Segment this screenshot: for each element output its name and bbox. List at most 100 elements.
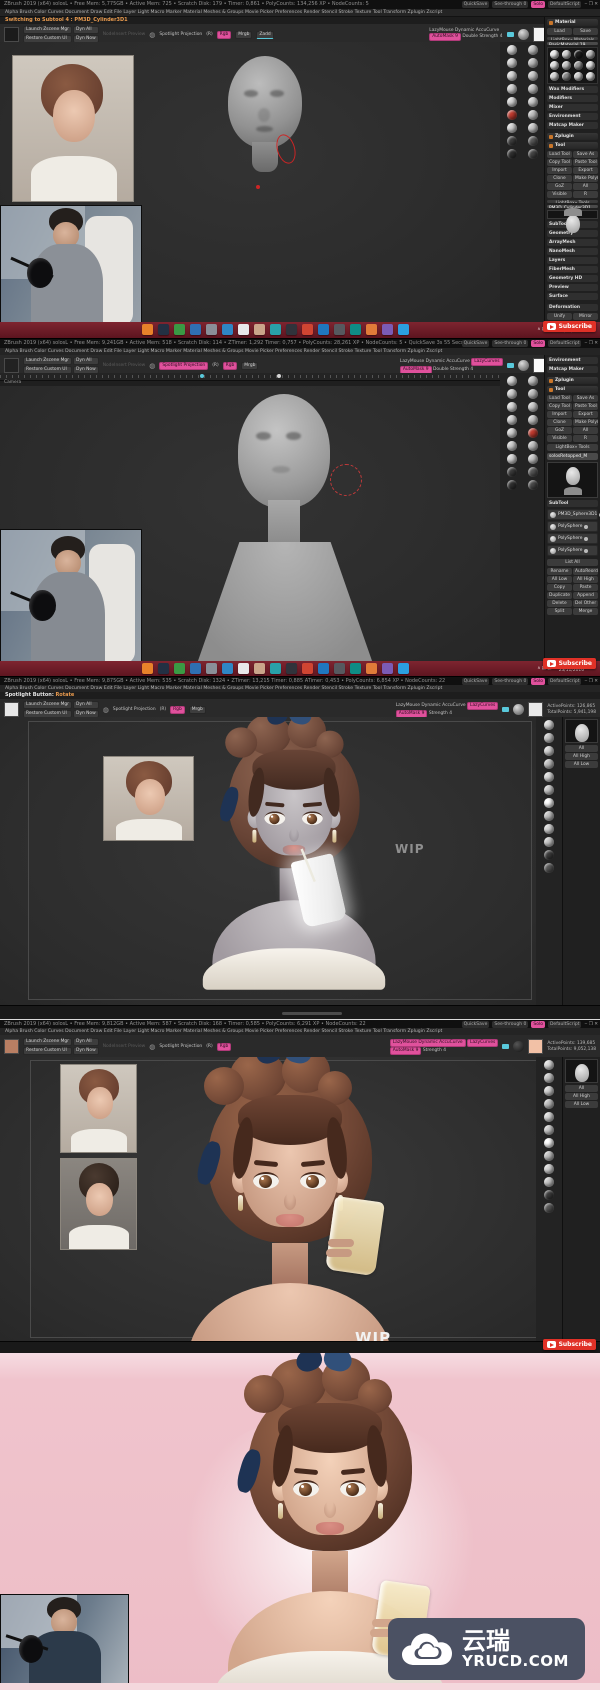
subtool-action-button[interactable]: AutoReorder [573,568,598,575]
window-controls[interactable]: ‒ ❒ ✕ [584,339,598,348]
taskbar-app-icon[interactable] [174,663,185,674]
taskbar-app-icon[interactable] [334,324,345,335]
taskbar-app-icon[interactable] [206,663,217,674]
spotlight-icon[interactable]: ◍ [103,706,109,714]
tool-palette-button[interactable]: Copy Tool [547,403,572,410]
subtool-action-button[interactable]: Copy [547,584,572,591]
shelf-orb-icon[interactable] [544,1164,554,1174]
material-sphere[interactable] [585,72,595,82]
shelf-orb-icon[interactable] [527,415,538,425]
shelf-orb-icon[interactable] [544,1099,554,1109]
shelf-orb-icon[interactable] [527,71,538,81]
shelf-orb-icon[interactable] [506,480,517,490]
tool-palette-button[interactable]: Save As [573,151,598,159]
material-sphere[interactable] [573,50,583,60]
restore-ui-button[interactable]: Restore Custom UI [23,1047,72,1055]
current-material-thumb[interactable] [517,29,529,40]
palette-mini-button[interactable]: All High [565,1093,598,1100]
taskbar-app-icon[interactable] [254,663,265,674]
shelf-orb-icon[interactable] [527,454,538,464]
deformation-button[interactable]: Mirror [573,312,598,320]
automask-button[interactable]: AutoMask 9 [389,1046,422,1055]
tool-section-header[interactable]: Surface [547,292,598,300]
tool-palette-button[interactable]: Export [573,411,598,418]
visibility-eye-icon[interactable] [584,524,589,529]
launch-zscene-button[interactable]: Launch Zscene Mgr [23,1038,72,1046]
current-tool-thumbnail[interactable] [547,462,598,498]
shelf-orb-icon[interactable] [506,428,517,438]
subtool-action-button[interactable]: Rename [547,568,572,575]
active-color-swatch[interactable] [4,702,19,717]
lazy-row-labels[interactable]: LazyMouse Dynamic AccuCurve [400,359,470,364]
spotlight-projection-button[interactable]: Spotlight Projection [159,32,202,37]
scrollbar-handle[interactable] [282,1011,342,1015]
subtool-row[interactable]: PolySphere [547,521,598,532]
tool-section-header[interactable]: FiberMesh [547,265,598,273]
current-material-thumb[interactable] [513,1041,525,1052]
taskbar-app-icon[interactable] [222,663,233,674]
shelf-orb-icon[interactable] [544,811,554,821]
material-sphere[interactable] [562,50,572,60]
tool-palette-button[interactable]: Clone [547,175,572,183]
tool-palette-button[interactable]: All [573,427,598,434]
taskbar-app-icon[interactable] [302,663,313,674]
shelf-orb-icon[interactable] [544,798,554,808]
lazymouse-group[interactable]: LazyMouse Dynamic AccuCurve LazyCurves A… [389,1038,499,1055]
shelf-orb-icon[interactable] [527,136,538,146]
stroke-toggle[interactable] [506,32,514,37]
strength-label[interactable]: Strength 4 [479,34,502,39]
tool-palette-button[interactable]: Paste Tool [573,159,598,167]
launch-zscene-button[interactable]: Launch Zscene Mgr [23,26,72,34]
tool-palette-button[interactable]: Import [547,411,572,418]
taskbar-app-icon[interactable] [158,663,169,674]
subscribe-button[interactable]: Subscribe [542,658,596,669]
active-color-swatch[interactable] [4,27,19,42]
shelf-orb-icon[interactable] [527,467,538,477]
lightbox-materials-button[interactable]: LightBox» Materials [547,37,598,41]
shelf-orb-icon[interactable] [544,733,554,743]
palette-section-header[interactable]: Matcap Maker [547,366,598,373]
palette-thumbnail[interactable] [565,1059,598,1083]
rgb-button[interactable]: Rgb [222,361,238,370]
material-sphere[interactable] [585,61,595,71]
tool-section-header[interactable]: Layers [547,256,598,264]
see-through-slider[interactable]: See-through 0 [492,340,529,347]
current-color-swatch[interactable] [528,702,544,717]
spotlight-projection-button[interactable]: Spotlight Projection [159,361,209,370]
shelf-orb-icon[interactable] [544,837,554,847]
shelf-orb-icon[interactable] [506,389,517,399]
shelf-orb-icon[interactable] [506,149,517,159]
shelf-orb-icon[interactable] [506,136,517,146]
default-script-button[interactable]: DefaultScript [547,678,582,685]
shelf-orb-icon[interactable] [527,376,538,386]
taskbar-app-icon[interactable] [270,324,281,335]
visibility-eye-icon[interactable] [584,536,589,541]
tool-palette-button[interactable]: Visible [547,435,572,442]
strength-label[interactable]: Strength 4 [429,711,452,716]
palette-section-header[interactable]: Environment [547,357,598,364]
taskbar-app-icon[interactable] [318,663,329,674]
timeline-track-label[interactable]: Camera [4,380,21,385]
shelf-orb-icon[interactable] [544,850,554,860]
mrgb-button[interactable]: Mrgb [235,30,253,39]
shelf-orb-icon[interactable] [544,1060,554,1070]
see-through-slider[interactable]: See-through 0 [492,1021,529,1028]
subtool-action-button[interactable]: Del Other [573,600,598,607]
shelf-orb-icon[interactable] [544,759,554,769]
material-save-button[interactable]: Save [573,28,598,35]
taskbar-app-icon[interactable] [318,324,329,335]
rgb-button[interactable]: Rgb [170,705,185,714]
lazymouse-button[interactable]: LazyMouse Dynamic AccuCurve [389,1038,466,1047]
shelf-orb-icon[interactable] [544,1177,554,1187]
shelf-orb-icon[interactable] [506,110,517,120]
window-controls[interactable]: ‒ ❒ ✕ [584,0,598,9]
taskbar-app-icon[interactable] [302,324,313,335]
timeline-marker[interactable] [277,374,281,378]
see-through-slider[interactable]: See-through 0 [492,678,529,685]
taskbar-app-icon[interactable] [270,663,281,674]
stroke-toggle[interactable] [502,707,510,712]
material-load-button[interactable]: Load [547,28,572,35]
taskbar-app-icon[interactable] [190,324,201,335]
subtool-action-button[interactable]: Append [573,592,598,599]
palette-mini-button[interactable]: All Low [565,1101,598,1108]
